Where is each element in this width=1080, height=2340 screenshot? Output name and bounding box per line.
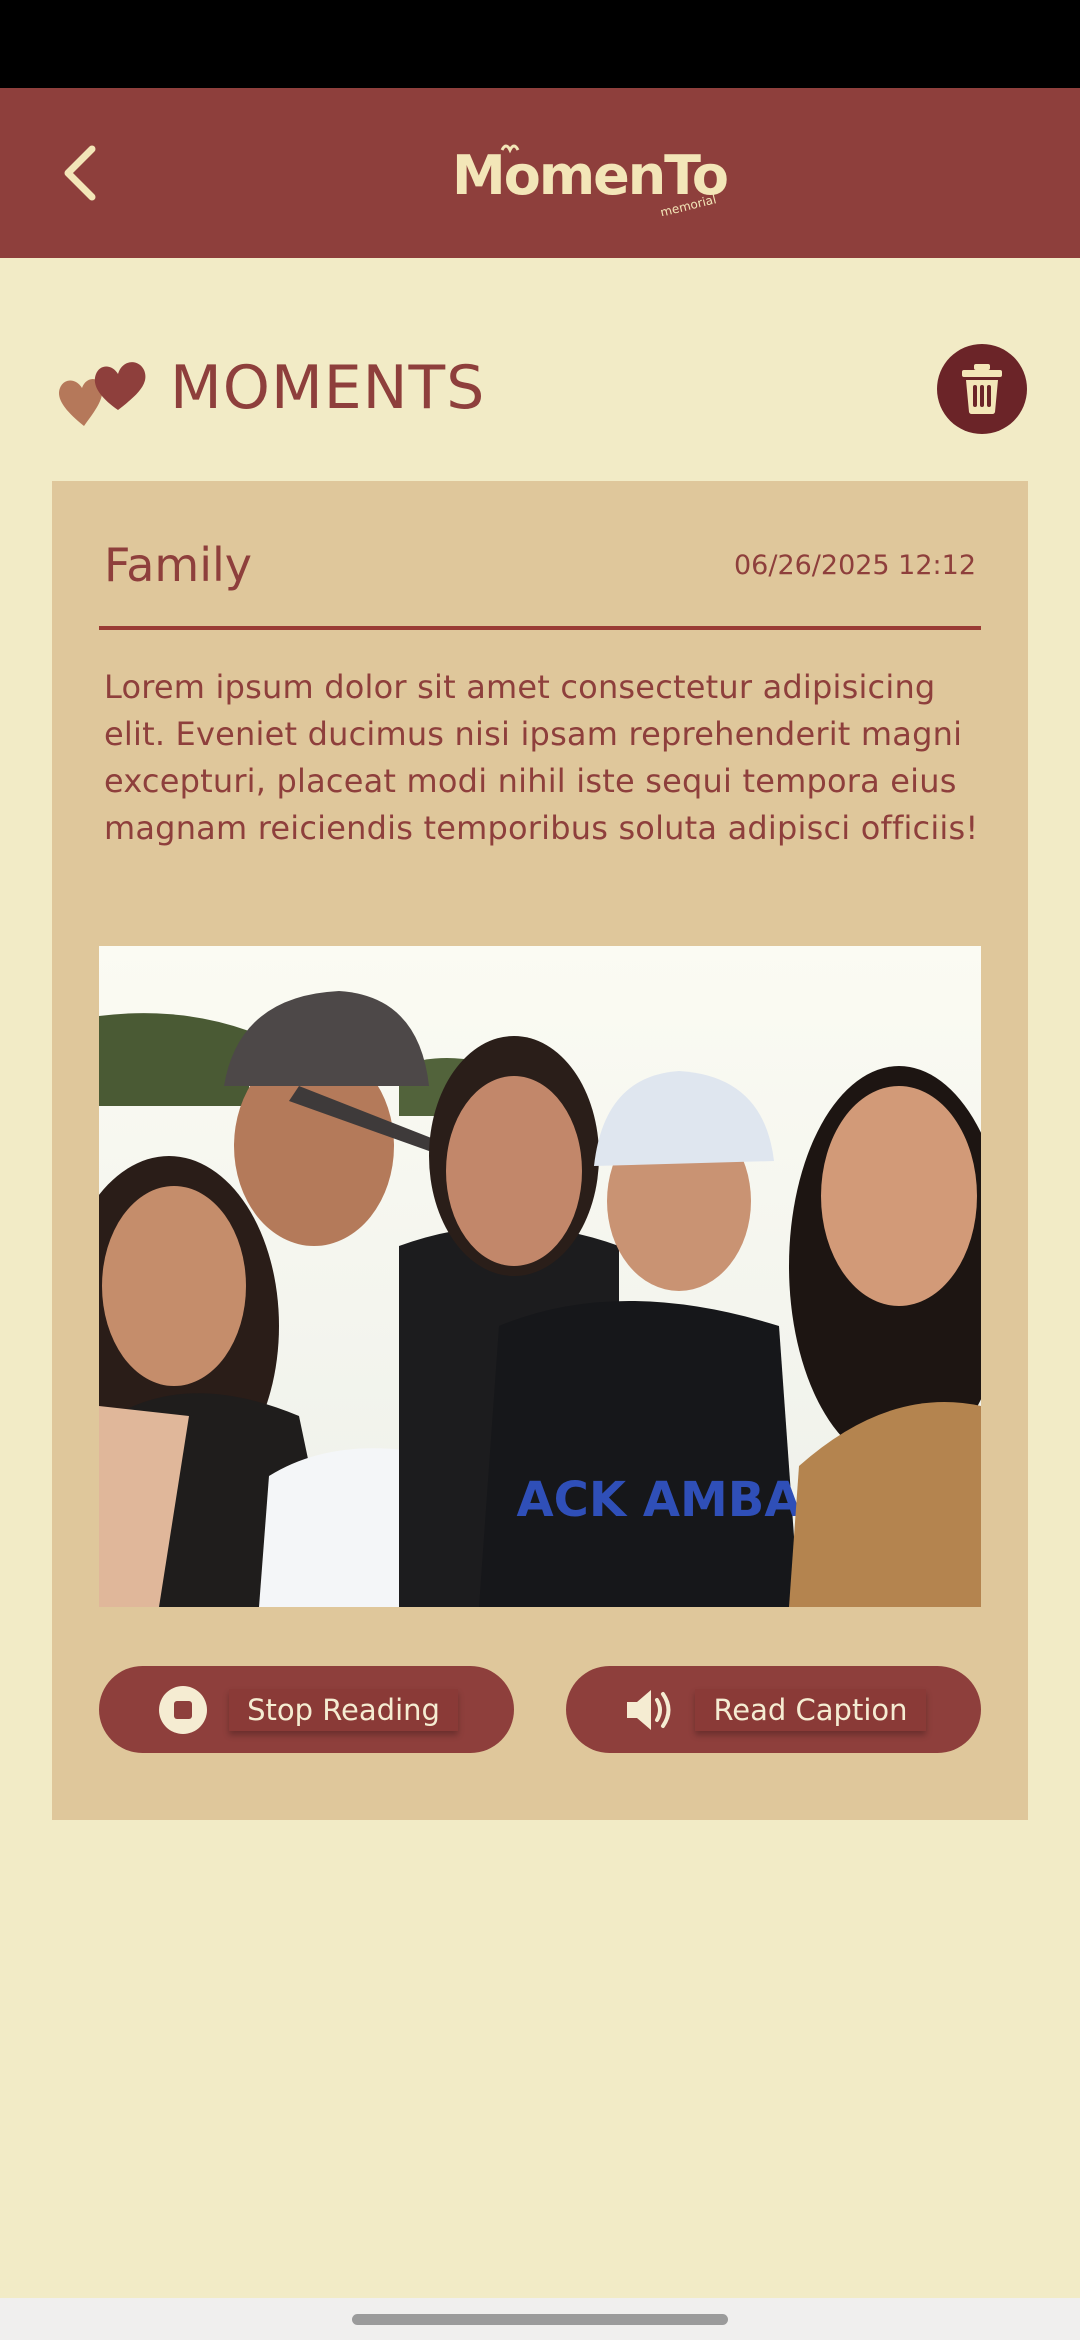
read-caption-label: Read Caption [695, 1688, 926, 1731]
app-logo: MomenTo memorial [450, 136, 730, 220]
stop-circle-icon [159, 1685, 208, 1734]
trash-icon [962, 364, 1002, 414]
page-title: MOMENTS [170, 353, 486, 423]
moments-heading: MOMENTS [56, 338, 485, 438]
photo-shirt-text: ACK AMBA [517, 1472, 802, 1528]
moment-title: Family [104, 538, 253, 592]
moment-card: Family 06/26/2025 12:12 Lorem ipsum dolo… [52, 481, 1028, 1820]
system-nav-bar [0, 2298, 1080, 2340]
divider [99, 626, 981, 630]
stop-reading-button[interactable]: Stop Reading [99, 1666, 514, 1753]
back-button[interactable] [40, 128, 120, 218]
read-caption-button[interactable]: Read Caption [566, 1666, 981, 1753]
moment-caption: Lorem ipsum dolor sit amet consectetur a… [104, 668, 979, 847]
moment-date: 06/26/2025 12:12 [733, 550, 976, 581]
chevron-left-icon [64, 145, 96, 201]
speaker-icon [627, 1689, 671, 1730]
home-gesture-handle[interactable] [352, 2314, 728, 2325]
status-bar [0, 0, 1080, 88]
app-bar: MomenTo memorial [0, 88, 1080, 258]
logo-text: MomenTo [452, 144, 727, 207]
stop-reading-label: Stop Reading [229, 1688, 458, 1731]
delete-button[interactable] [937, 344, 1027, 434]
hearts-icon [59, 362, 146, 426]
moment-photo: ACK AMBA [99, 946, 981, 1607]
